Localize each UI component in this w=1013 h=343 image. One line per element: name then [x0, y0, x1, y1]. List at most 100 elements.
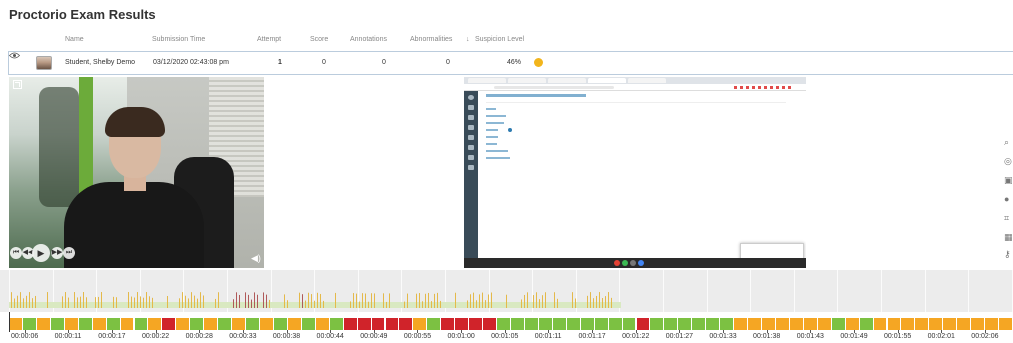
- timeline-segment[interactable]: [734, 318, 749, 330]
- timeline-segment[interactable]: [636, 318, 651, 330]
- timeline-segment[interactable]: [985, 318, 1000, 330]
- search-icon[interactable]: ⌕: [1004, 138, 1013, 147]
- timeline-segment[interactable]: [162, 318, 177, 330]
- col-submission-time[interactable]: Submission Time: [152, 36, 205, 43]
- timeline-segment[interactable]: [887, 318, 902, 330]
- timeline-segment[interactable]: [929, 318, 944, 330]
- col-annotations[interactable]: Annotations: [350, 36, 387, 43]
- timeline-segment[interactable]: [678, 318, 693, 330]
- key-icon[interactable]: ⚷: [1004, 250, 1013, 259]
- timeline-segment[interactable]: [287, 318, 302, 330]
- webcam-recording[interactable]: ⏮ ◀◀ ▶ ▶▶ ⏭ ◀): [9, 77, 264, 268]
- timeline-segment[interactable]: [943, 318, 958, 330]
- student-name[interactable]: Student, Shelby Demo: [65, 59, 135, 66]
- timeline-segment[interactable]: [692, 318, 707, 330]
- globe-icon[interactable]: ●: [1004, 195, 1013, 204]
- timeline-segment[interactable]: [845, 318, 860, 330]
- timeline-segment[interactable]: [859, 318, 874, 330]
- timeline-segment[interactable]: [664, 318, 679, 330]
- timeline-segment[interactable]: [971, 318, 986, 330]
- screen-icon[interactable]: ▣: [1004, 176, 1013, 185]
- col-suspicion-level[interactable]: Suspicion Level: [475, 36, 524, 43]
- timeline-segment[interactable]: [566, 318, 581, 330]
- timeline-segment[interactable]: [343, 318, 358, 330]
- timeline-segment[interactable]: [789, 318, 804, 330]
- timeline-segment[interactable]: [9, 318, 23, 330]
- timeline-segment[interactable]: [455, 318, 470, 330]
- timeline-segment[interactable]: [413, 318, 428, 330]
- timeline-segment[interactable]: [915, 318, 930, 330]
- timeline-segment[interactable]: [50, 318, 65, 330]
- timeline-segment[interactable]: [524, 318, 539, 330]
- timeline-segment[interactable]: [232, 318, 247, 330]
- timeline-segment[interactable]: [999, 318, 1013, 330]
- timeline-segment[interactable]: [594, 318, 609, 330]
- timeline-segment[interactable]: [720, 318, 735, 330]
- timeline-segment[interactable]: [301, 318, 316, 330]
- timeline-segment[interactable]: [120, 318, 135, 330]
- timeline-segment[interactable]: [957, 318, 972, 330]
- timeline-segment[interactable]: [36, 318, 51, 330]
- timeline-segment[interactable]: [357, 318, 372, 330]
- timeline-segment[interactable]: [817, 318, 832, 330]
- timeline-segment[interactable]: [580, 318, 595, 330]
- col-abnormalities[interactable]: Abnormalities: [410, 36, 452, 43]
- timeline-segment[interactable]: [218, 318, 233, 330]
- network-icon[interactable]: ⌗: [1004, 214, 1013, 223]
- calendar-icon[interactable]: ▦: [1004, 233, 1013, 242]
- popout-icon[interactable]: [13, 80, 22, 89]
- timeline-segment[interactable]: [148, 318, 163, 330]
- timeline-segment[interactable]: [803, 318, 818, 330]
- timeline-segment[interactable]: [873, 318, 888, 330]
- timeline-segment[interactable]: [552, 318, 567, 330]
- timeline-segment[interactable]: [608, 318, 623, 330]
- timeline-segment[interactable]: [260, 318, 274, 330]
- timeline-segment[interactable]: [204, 318, 219, 330]
- timeline-segment[interactable]: [706, 318, 721, 330]
- timeline-segment[interactable]: [273, 318, 288, 330]
- timeline-segment[interactable]: [469, 318, 484, 330]
- timeline-segment[interactable]: [441, 318, 456, 330]
- forward-icon[interactable]: ▶▶: [51, 247, 63, 259]
- timeline-segment[interactable]: [399, 318, 414, 330]
- timeline-segment[interactable]: [831, 318, 846, 330]
- timeline-segment[interactable]: [190, 318, 205, 330]
- volume-icon[interactable]: ◀): [251, 253, 261, 264]
- timeline-segment[interactable]: [371, 318, 386, 330]
- timeline-segment[interactable]: [511, 318, 525, 330]
- timeline-segment[interactable]: [427, 318, 442, 330]
- timeline-segment[interactable]: [650, 318, 665, 330]
- timeline-segment[interactable]: [775, 318, 790, 330]
- col-attempt[interactable]: Attempt: [257, 36, 281, 43]
- timeline-segment[interactable]: [134, 318, 149, 330]
- timeline-segment[interactable]: [385, 318, 400, 330]
- timeline-segment[interactable]: [246, 318, 260, 330]
- timeline-segment[interactable]: [64, 318, 79, 330]
- next-icon[interactable]: ⏭: [63, 247, 75, 259]
- timeline-segment[interactable]: [622, 318, 637, 330]
- timeline-segment[interactable]: [106, 318, 121, 330]
- col-name[interactable]: Name: [65, 36, 84, 43]
- timeline-segment[interactable]: [762, 318, 776, 330]
- timeline-segment[interactable]: [748, 318, 762, 330]
- screen-recording[interactable]: [464, 77, 806, 268]
- previous-icon[interactable]: ⏮: [10, 247, 22, 259]
- timeline-segment[interactable]: [22, 318, 37, 330]
- play-icon[interactable]: ▶: [32, 244, 50, 262]
- timeline-segment[interactable]: [176, 318, 191, 330]
- arrow-down-icon[interactable]: ↓: [466, 36, 470, 43]
- timeline-segment[interactable]: [538, 318, 553, 330]
- suspicion-segment-bar[interactable]: [9, 318, 1013, 330]
- timeline-segment[interactable]: [315, 318, 330, 330]
- target-icon[interactable]: ◎: [1004, 157, 1013, 166]
- timeline-segment[interactable]: [92, 318, 107, 330]
- timeline-segment[interactable]: [497, 318, 511, 330]
- playhead[interactable]: [9, 312, 10, 332]
- timeline-segment[interactable]: [329, 318, 344, 330]
- table-row[interactable]: Student, Shelby Demo 03/12/2020 02:43:08…: [8, 51, 1013, 75]
- timeline-segment[interactable]: [901, 318, 916, 330]
- eye-icon[interactable]: [8, 52, 21, 59]
- timeline-segment[interactable]: [483, 318, 498, 330]
- timeline-segment[interactable]: [78, 318, 93, 330]
- col-score[interactable]: Score: [310, 36, 328, 43]
